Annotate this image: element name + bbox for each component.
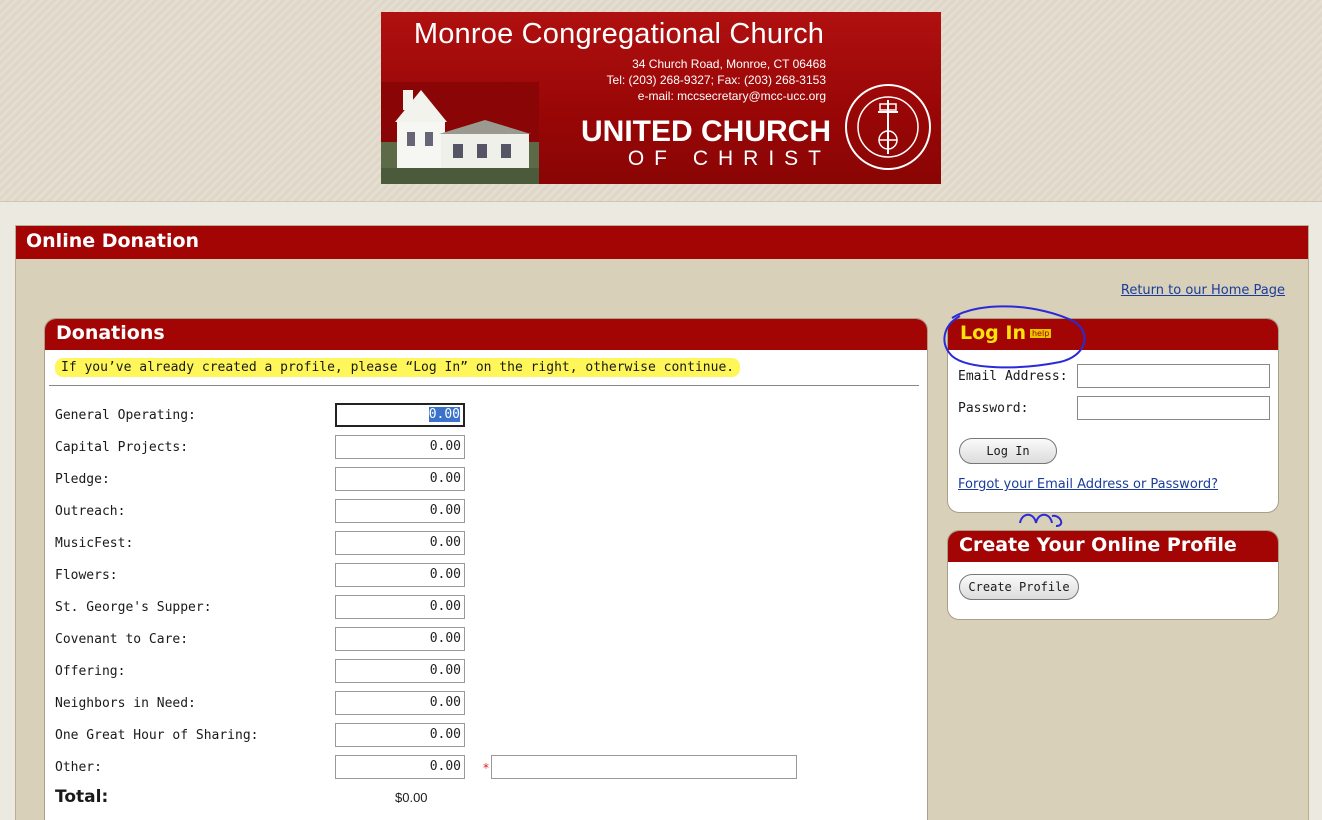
church-building-image [381, 82, 539, 184]
donation-row: Neighbors in Need: 0.00 [55, 691, 915, 717]
total-row: Total: $0.00 [55, 787, 915, 813]
password-label: Password: [958, 401, 1029, 416]
donation-row: St. George's Supper: 0.00 [55, 595, 915, 621]
total-label: Total: [55, 787, 109, 807]
email-label: Email Address: [958, 369, 1068, 384]
other-description-input[interactable] [491, 755, 797, 779]
donation-amount-input[interactable]: 0.00 [335, 499, 465, 523]
donation-amount-input[interactable]: 0.00 [335, 435, 465, 459]
donation-row: One Great Hour of Sharing: 0.00 [55, 723, 915, 749]
total-value: $0.00 [395, 790, 428, 805]
donation-label: Covenant to Care: [55, 632, 189, 647]
ucc-logo-line2: OF CHRIST [627, 147, 831, 170]
ucc-seal-icon [845, 84, 931, 170]
donation-amount-input[interactable]: 0.00 [335, 467, 465, 491]
donation-label: Pledge: [55, 472, 110, 487]
login-title-text: Log In [960, 322, 1026, 344]
church-email: e-mail: mccsecretary@mcc-ucc.org [637, 89, 826, 103]
donation-amount-input[interactable]: 0.00 [335, 691, 465, 715]
donation-amount-input[interactable]: 0.00 [335, 627, 465, 651]
donation-row: Pledge: 0.00 [55, 467, 915, 493]
donation-row: Flowers: 0.00 [55, 563, 915, 589]
email-field[interactable] [1077, 364, 1270, 388]
church-name: Monroe Congregational Church [413, 18, 825, 50]
church-banner: Monroe Congregational Church 34 Church R… [381, 12, 941, 184]
donation-row: Offering: 0.00 [55, 659, 915, 685]
donation-label: Capital Projects: [55, 440, 189, 455]
donation-row: Capital Projects: 0.00 [55, 435, 915, 461]
help-link[interactable]: help [1029, 329, 1052, 338]
donation-panel: Online Donation Return to our Home Page … [15, 225, 1309, 820]
profile-notice: If you’ve already created a profile, ple… [55, 358, 741, 377]
donation-label: One Great Hour of Sharing: [55, 728, 259, 743]
donation-row: Other: 0.00 * [55, 755, 915, 781]
create-profile-box: Create Your Online Profile Create Profil… [947, 530, 1279, 620]
donation-label: MusicFest: [55, 536, 134, 551]
create-profile-button[interactable]: Create Profile [959, 574, 1079, 600]
donation-amount-input[interactable]: 0.00 [335, 755, 465, 779]
required-marker: * [483, 761, 489, 775]
donations-title: Donations [45, 319, 927, 350]
page-title: Online Donation [16, 226, 1308, 259]
donation-label: General Operating: [55, 408, 196, 423]
home-page-link[interactable]: Return to our Home Page [1121, 283, 1285, 298]
donation-amount-input[interactable]: 0.00 [335, 659, 465, 683]
donation-amount-input[interactable]: 0.00 [335, 531, 465, 555]
donation-row: Outreach: 0.00 [55, 499, 915, 525]
ucc-logo-line1: UNITED CHURCH [581, 115, 831, 148]
password-field[interactable] [1077, 396, 1270, 420]
donation-amount-input[interactable]: 0.00 [335, 403, 465, 427]
login-box: Log In help Email Address: Password: Log … [947, 318, 1279, 513]
donation-label: Other: [55, 760, 102, 775]
donation-row: MusicFest: 0.00 [55, 531, 915, 557]
donation-amount-input[interactable]: 0.00 [335, 723, 465, 747]
login-button[interactable]: Log In [959, 438, 1057, 464]
donation-row: Covenant to Care: 0.00 [55, 627, 915, 653]
create-profile-title: Create Your Online Profile [948, 531, 1278, 562]
donation-amount-input[interactable]: 0.00 [335, 563, 465, 587]
donations-box: Donations If you’ve already created a pr… [44, 318, 928, 820]
login-title: Log In help [948, 319, 1278, 350]
donation-label: Outreach: [55, 504, 126, 519]
forgot-credentials-link[interactable]: Forgot your Email Address or Password? [958, 477, 1218, 492]
donation-label: Offering: [55, 664, 126, 679]
church-address: 34 Church Road, Monroe, CT 06468 [632, 57, 826, 71]
donation-row: General Operating: 0.00 [55, 403, 915, 429]
church-phone: Tel: (203) 268-9327; Fax: (203) 268-3153 [606, 73, 826, 87]
donation-label: St. George's Supper: [55, 600, 212, 615]
church-contact: 34 Church Road, Monroe, CT 06468 Tel: (2… [506, 56, 826, 104]
notice-divider [49, 385, 919, 386]
donation-label: Neighbors in Need: [55, 696, 196, 711]
donation-label: Flowers: [55, 568, 118, 583]
donation-amount-input[interactable]: 0.00 [335, 595, 465, 619]
